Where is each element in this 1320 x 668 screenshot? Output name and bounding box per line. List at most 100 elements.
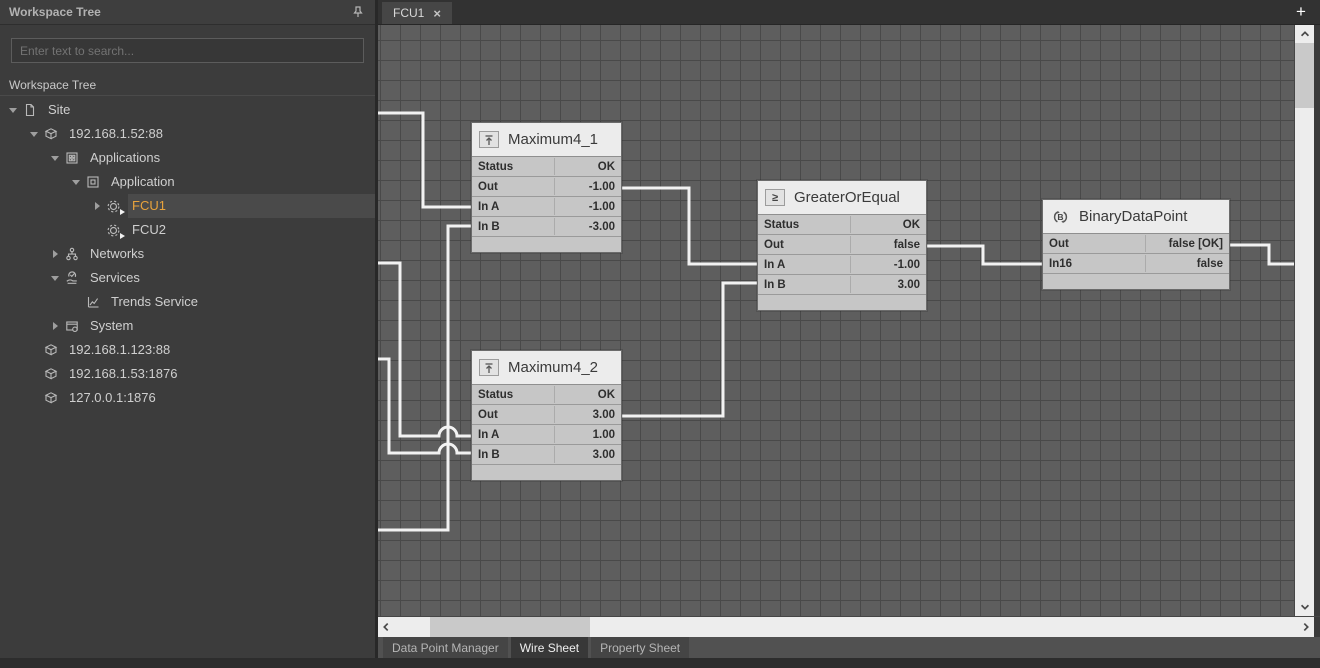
wire [378,226,471,530]
add-tab-button[interactable]: + [1290,1,1312,23]
wire-sheet-main: Maximum4_1 Status OK Out -1.00 In A -1.0… [378,25,1320,616]
port-value: false [OK] [1169,238,1223,250]
block-header: Maximum4_1 [472,123,621,157]
gear-arrow-overlay [120,233,125,239]
block-title: Maximum4_2 [508,359,598,376]
port-label: Out [1049,238,1069,250]
tab-property-sheet[interactable]: Property Sheet [591,637,689,658]
wire [378,263,471,436]
expander-icon[interactable] [48,322,62,330]
vertical-scrollbar[interactable] [1294,25,1314,616]
application-icon [83,174,102,190]
port-in-a[interactable]: In A 1.00 [472,425,621,445]
services-icon [62,270,81,286]
port-out[interactable]: Out false [758,235,926,255]
greater-or-equal-icon: ≥ [765,189,785,206]
tree-item-fcu2[interactable]: FCU2 [0,218,375,242]
tab-wire-sheet[interactable]: Wire Sheet [511,637,588,658]
vertical-scrollbar-thumb[interactable] [1295,43,1314,108]
wires-layer [378,25,1294,616]
port-in-a[interactable]: In A -1.00 [472,197,621,217]
block-footer [472,465,621,480]
port-value: -1.00 [589,181,615,193]
tab-data-point-manager[interactable]: Data Point Manager [383,637,508,658]
tree-item-applications[interactable]: Applications [0,146,375,170]
block-footer [1043,274,1229,289]
tree-item-192-168-1-123[interactable]: 192.168.1.123:88 [0,338,375,362]
scroll-up-button[interactable] [1295,25,1314,43]
tree-item-system[interactable]: System [0,314,375,338]
applications-icon [62,150,81,166]
port-in16[interactable]: In16 false [1043,254,1229,274]
port-label: Out [478,409,498,421]
device-icon [41,366,60,382]
block-title: GreaterOrEqual [794,189,900,206]
tree-item-trends-service[interactable]: Trends Service [0,290,375,314]
tree-item-label: Services [86,266,375,290]
expander-icon[interactable] [90,202,104,210]
expander-icon[interactable] [69,180,83,185]
vertical-scroll-track[interactable] [1295,43,1314,598]
port-in-a[interactable]: In A -1.00 [758,255,926,275]
tree-item-label: Application [107,170,375,194]
tree-item-127-0-0-1[interactable]: 127.0.0.1:1876 [0,386,375,410]
port-value: false [1197,258,1223,270]
tree-item-fcu1[interactable]: FCU1 [0,194,375,218]
device-icon [41,390,60,406]
wire [927,246,1042,264]
block-footer [758,295,926,310]
function-block-maximum4-2[interactable]: Maximum4_2 Status OK Out 3.00 In A 1.00 … [471,350,622,481]
port-out[interactable]: Out 3.00 [472,405,621,425]
tree-item-application[interactable]: Application [0,170,375,194]
scroll-right-button[interactable] [1298,617,1314,637]
tree-item-192-168-1-52[interactable]: 192.168.1.52:88 [0,122,375,146]
horizontal-scrollbar[interactable] [378,616,1320,637]
view-tab-bar: Data Point Manager Wire Sheet Property S… [378,637,1320,658]
maximum-icon [479,131,499,148]
function-block-maximum4-1[interactable]: Maximum4_1 Status OK Out -1.00 In A -1.0… [471,122,622,253]
tree-item-networks[interactable]: Networks [0,242,375,266]
port-label: In A [764,259,785,271]
expander-icon[interactable] [48,276,62,281]
tree-item-site[interactable]: Site [0,98,375,122]
tab-fcu1[interactable]: FCU1 × [382,2,452,24]
port-status[interactable]: Status OK [472,157,621,177]
port-in-b[interactable]: In B 3.00 [472,445,621,465]
expander-icon[interactable] [48,156,62,161]
port-in-b[interactable]: In B -3.00 [472,217,621,237]
bottom-strip [378,658,1320,668]
tree-item-192-168-1-53[interactable]: 192.168.1.53:1876 [0,362,375,386]
tree-item-services[interactable]: Services [0,266,375,290]
editor-panel: FCU1 × + Maximum4_1 [378,0,1320,668]
search-area [0,25,375,75]
port-in-b[interactable]: In B 3.00 [758,275,926,295]
horizontal-scroll-track[interactable] [394,617,1298,637]
expander-icon[interactable] [6,108,20,113]
close-icon[interactable]: × [433,7,441,20]
wire-sheet-canvas[interactable]: Maximum4_1 Status OK Out -1.00 In A -1.0… [378,25,1294,616]
wire [378,359,471,453]
port-value: 3.00 [898,279,920,291]
function-block-binary-data-point[interactable]: B BinaryDataPoint Out false [OK] In16 fa… [1042,199,1230,290]
expander-icon[interactable] [27,132,41,137]
scroll-left-button[interactable] [378,617,394,637]
port-status[interactable]: Status OK [758,215,926,235]
expander-icon[interactable] [48,250,62,258]
horizontal-scrollbar-thumb[interactable] [430,617,590,637]
block-title: BinaryDataPoint [1079,208,1187,225]
port-status[interactable]: Status OK [472,385,621,405]
function-block-greater-or-equal[interactable]: ≥ GreaterOrEqual Status OK Out false In … [757,180,927,311]
port-value: OK [598,161,615,173]
port-label: Status [478,161,513,173]
port-out[interactable]: Out false [OK] [1043,234,1229,254]
pin-icon[interactable] [350,4,366,20]
panel-title: Workspace Tree [9,5,350,19]
workspace-tree: Site 192.168.1.52:88 Applications Applic… [0,96,375,410]
port-label: Out [764,239,784,251]
port-label: In A [478,201,499,213]
tab-label: FCU1 [393,6,424,20]
scroll-down-button[interactable] [1295,598,1314,616]
port-out[interactable]: Out -1.00 [472,177,621,197]
panel-header: Workspace Tree [0,0,375,25]
search-input[interactable] [11,38,364,63]
